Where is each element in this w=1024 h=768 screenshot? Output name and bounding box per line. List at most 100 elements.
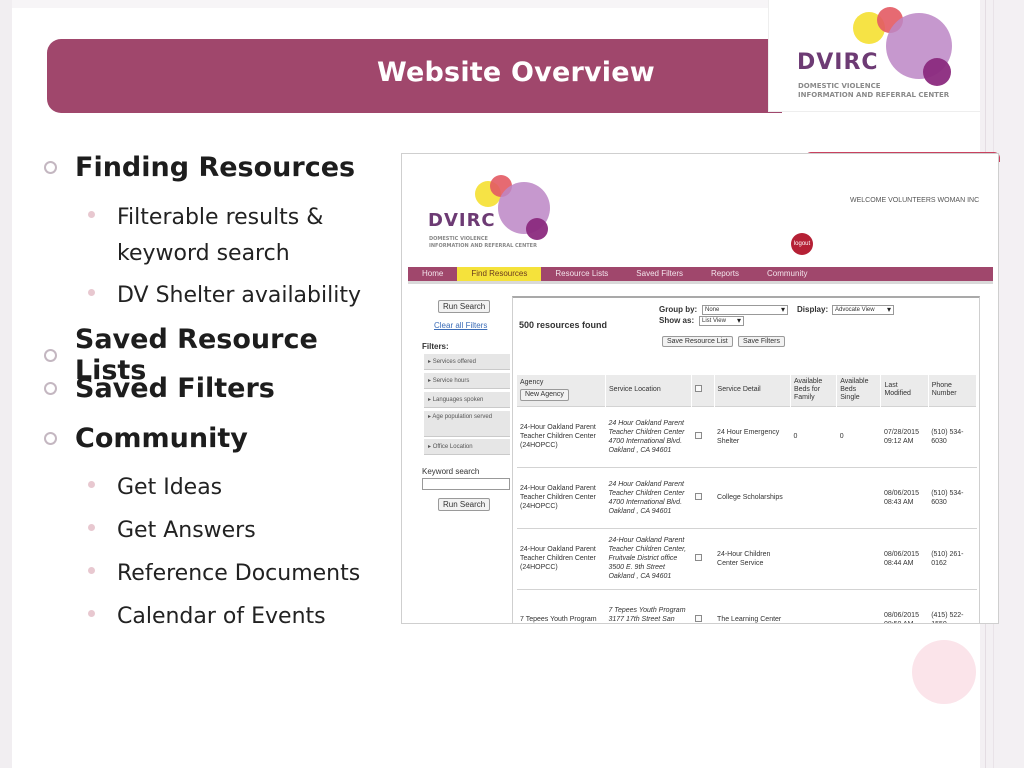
nav-shadow [408, 281, 993, 284]
results-count: 500 resources found [519, 320, 608, 330]
cell-beds-single [836, 588, 881, 623]
cell-modified: 08/06/2015 08:44 AM [880, 527, 929, 589]
row-checkbox[interactable] [694, 553, 702, 561]
row-checkbox[interactable] [694, 431, 702, 439]
website-screenshot: DVIRC DOMESTIC VIOLENCE INFORMATION AND … [401, 153, 999, 624]
display-label: Display: [797, 305, 829, 314]
cell-phone: (510) 261-0162 [928, 527, 977, 589]
sub-bullet: Get Answers [88, 513, 256, 549]
sub-bullet-dot-icon [88, 567, 95, 574]
sub-bullet-label: Calendar of Events [117, 604, 326, 629]
bullet-saved-filters: Saved Filters [44, 373, 275, 404]
sub-bullet-label: Get Ideas [117, 475, 223, 500]
cell-modified: 07/28/2015 09:12 AM [880, 405, 929, 467]
cell-beds-single: 0 [836, 405, 881, 467]
nav-home[interactable]: Home [408, 267, 457, 281]
row-checkbox[interactable] [694, 492, 702, 500]
clear-filters-link[interactable]: Clear all Filters [434, 321, 487, 330]
filter-label: Service hours [432, 378, 470, 384]
sub-bullet-label: Reference Documents [117, 561, 361, 586]
cell-beds-family: 0 [790, 405, 837, 467]
decorative-circle [912, 640, 976, 704]
table-row[interactable]: 7 Tepees Youth Program 7 Tepees Youth Pr… [517, 588, 977, 623]
sub-bullet-dot-icon [88, 481, 95, 488]
new-agency-button[interactable]: New Agency [520, 389, 569, 402]
col-beds-family[interactable]: Available Beds for Family [790, 375, 838, 406]
cell-beds-single [836, 527, 881, 589]
filter-label: Languages spoken [432, 397, 484, 403]
cell-phone: (510) 534-6030 [928, 405, 977, 467]
filter-label: Office Location [432, 444, 473, 450]
filter-service-hours[interactable]: ▸ Service hours [424, 373, 510, 389]
show-as-select[interactable]: List View [699, 316, 744, 326]
sub-bullet: DV Shelter availability [88, 278, 361, 314]
sub-bullet-dot-icon [88, 610, 95, 617]
save-resource-list-button[interactable]: Save Resource List [662, 336, 733, 347]
cell-checkbox[interactable] [691, 405, 715, 467]
cell-beds-family [790, 588, 837, 623]
filter-label: Age population served [432, 414, 493, 420]
bullet-circle-icon [44, 348, 57, 362]
table-row[interactable]: 24-Hour Oakland Parent Teacher Children … [517, 405, 977, 467]
table-row[interactable]: 24-Hour Oakland Parent Teacher Children … [517, 466, 977, 528]
cell-location: 24-Hour Oakland Parent Teacher Children … [605, 527, 692, 589]
col-last-modified[interactable]: Last Modified [880, 375, 929, 406]
filter-services-offered[interactable]: ▸ Services offered [424, 354, 510, 370]
cell-agency: 7 Tepees Youth Program [517, 588, 606, 623]
row-checkbox[interactable] [694, 614, 702, 622]
run-search-button-top[interactable]: Run Search [438, 300, 491, 313]
logout-button[interactable]: logout [791, 233, 813, 255]
group-by-select[interactable]: None [702, 305, 788, 315]
nav-reports[interactable]: Reports [697, 267, 753, 281]
col-beds-single[interactable]: Available Beds Single [836, 375, 882, 406]
cell-beds-single [836, 466, 881, 528]
col-select-all[interactable] [691, 375, 715, 406]
filter-office-location[interactable]: ▸ Office Location [424, 439, 510, 455]
run-search-button-bottom[interactable]: Run Search [438, 498, 491, 511]
site-logo-subtitle-line1: DOMESTIC VIOLENCE [429, 236, 488, 242]
cell-checkbox[interactable] [691, 588, 715, 623]
col-phone[interactable]: Phone Number [928, 375, 978, 406]
col-service-detail[interactable]: Service Detail [714, 375, 791, 406]
display-select[interactable]: Advocate View [832, 305, 894, 315]
cell-location: 24 Hour Oakland Parent Teacher Children … [605, 466, 692, 528]
results-table: Agency New Agency Service Location Servi… [517, 375, 978, 623]
filter-languages-spoken[interactable]: ▸ Languages spoken [424, 392, 510, 408]
nav-find-resources[interactable]: Find Resources [457, 267, 542, 281]
dvirc-logo: DVIRC DOMESTIC VIOLENCE INFORMATION AND … [768, 0, 980, 112]
filter-age-population[interactable]: ▸ Age population served [424, 411, 510, 437]
nav-resource-lists[interactable]: Resource Lists [541, 267, 622, 281]
site-nav-bar: Home Find Resources Resource Lists Saved… [408, 267, 993, 281]
cell-phone: (415) 522-1550 [928, 588, 977, 623]
screenshot-bottom-border [402, 623, 999, 624]
cell-checkbox[interactable] [691, 527, 715, 589]
bullet-circle-icon [44, 161, 57, 174]
table-row[interactable]: 24-Hour Oakland Parent Teacher Children … [517, 527, 977, 589]
site-logo-subtitle: DOMESTIC VIOLENCE INFORMATION AND REFERR… [429, 236, 537, 250]
bullet-label: Finding Resources [75, 152, 356, 183]
sub-bullet: Calendar of Events [88, 599, 326, 635]
select-all-checkbox[interactable] [695, 385, 703, 393]
cell-checkbox[interactable] [691, 466, 715, 528]
cell-detail: College Scholarships [714, 466, 791, 528]
slide-title: Website Overview [377, 57, 655, 88]
show-as-label: Show as: [659, 316, 695, 325]
bullet-finding-resources: Finding Resources [44, 152, 355, 183]
sub-bullet-label: Filterable results & keyword search [117, 205, 324, 266]
site-logo-wordmark: DVIRC [428, 210, 496, 231]
cell-detail: The Learning Center [714, 588, 791, 623]
sub-bullet: Get Ideas [88, 470, 222, 506]
nav-saved-filters[interactable]: Saved Filters [622, 267, 697, 281]
col-service-location[interactable]: Service Location [605, 375, 693, 406]
nav-community[interactable]: Community [753, 267, 821, 281]
keyword-search-input[interactable] [422, 478, 510, 490]
cell-modified: 08/06/2015 08:50 AM [880, 588, 929, 623]
sub-bullet-dot-icon [88, 211, 95, 218]
logo-wordmark: DVIRC [797, 50, 879, 75]
save-filters-button[interactable]: Save Filters [738, 336, 785, 347]
cell-phone: (510) 534-6030 [928, 466, 977, 528]
filters-label: Filters: [422, 342, 449, 351]
sub-bullet-dot-icon [88, 524, 95, 531]
logo-subtitle-line1: DOMESTIC VIOLENCE [798, 82, 881, 90]
cell-agency: 24-Hour Oakland Parent Teacher Children … [517, 466, 606, 528]
